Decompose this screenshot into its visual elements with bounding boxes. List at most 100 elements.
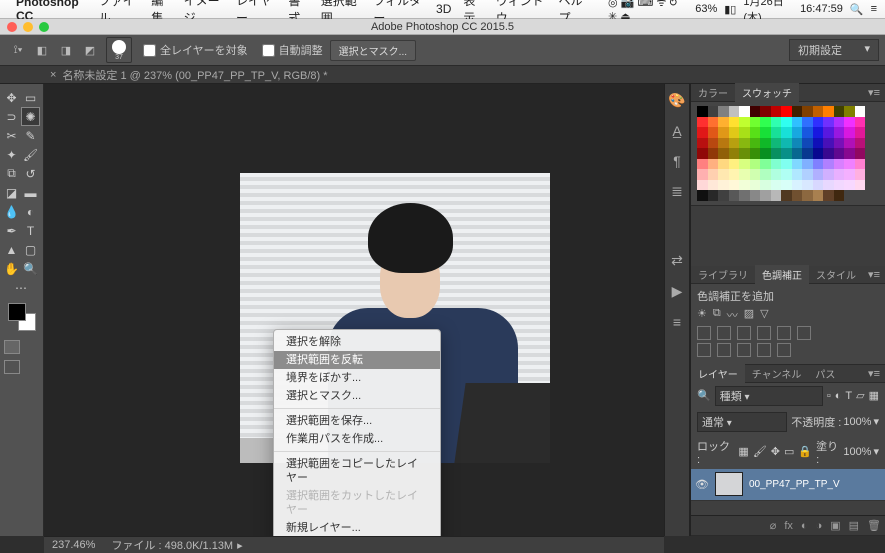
lock-paint-icon[interactable]: 🖌	[753, 445, 767, 458]
dodge-tool[interactable]: ◐	[21, 202, 40, 221]
add-selection-icon[interactable]: ◨	[57, 41, 75, 59]
fx-icon[interactable]: fx	[784, 520, 793, 532]
swatch[interactable]	[844, 159, 855, 170]
history-panel-icon[interactable]: ≣	[671, 183, 683, 200]
swatch[interactable]	[823, 117, 834, 128]
swatch[interactable]	[855, 148, 866, 159]
sample-all-layers-checkbox[interactable]: 全レイヤーを対象	[143, 42, 248, 58]
swatch[interactable]	[718, 127, 729, 138]
paragraph-panel-icon[interactable]: ¶	[673, 153, 681, 169]
exposure-icon[interactable]: ▨	[744, 307, 754, 323]
blend-mode-select[interactable]: 通常 ▾	[697, 412, 787, 432]
swatch[interactable]	[781, 159, 792, 170]
canvas[interactable]: 選択を解除選択範囲を反転境界をぼかす...選択とマスク...選択範囲を保存...…	[44, 84, 664, 536]
swatch[interactable]	[729, 148, 740, 159]
adjustments-tab[interactable]: 色調補正	[755, 265, 809, 284]
swatch[interactable]	[844, 117, 855, 128]
context-menu-item[interactable]: 選択範囲を反転	[274, 351, 440, 369]
swatch[interactable]	[750, 180, 761, 191]
context-menu-item[interactable]: 新規レイヤー...	[274, 519, 440, 536]
standard-mode-icon[interactable]	[4, 340, 20, 354]
swatch[interactable]	[729, 180, 740, 191]
swatch[interactable]	[813, 138, 824, 149]
swatch[interactable]	[855, 117, 866, 128]
swatch[interactable]	[729, 127, 740, 138]
select-and-mask-button[interactable]: 選択とマスク...	[330, 40, 416, 61]
swatch[interactable]	[792, 169, 803, 180]
swatch[interactable]	[823, 159, 834, 170]
layer-name[interactable]: 00_PP47_PP_TP_V	[749, 479, 840, 490]
panel-menu-icon[interactable]: ▾≡	[863, 367, 885, 380]
minimize-window-button[interactable]	[23, 22, 33, 32]
swatch[interactable]	[781, 169, 792, 180]
swatch[interactable]	[697, 169, 708, 180]
layer-row[interactable]: 👁 00_PP47_PP_TP_V	[691, 469, 885, 501]
swatch[interactable]	[781, 138, 792, 149]
adj-icon[interactable]	[777, 343, 791, 357]
swatch[interactable]	[771, 138, 782, 149]
swatch[interactable]	[834, 159, 845, 170]
fg-bg-swatch[interactable]	[8, 303, 36, 331]
panel-menu-icon[interactable]: ▾≡	[863, 268, 885, 281]
swatch[interactable]	[802, 190, 813, 201]
new-adj-icon[interactable]: ◑	[816, 520, 823, 532]
swatch[interactable]	[855, 159, 866, 170]
swatch[interactable]	[708, 190, 719, 201]
swatch[interactable]	[813, 180, 824, 191]
link-layers-icon[interactable]: ⌀	[770, 519, 777, 532]
channels-tab[interactable]: チャンネル	[745, 364, 809, 383]
blur-tool[interactable]: 💧	[2, 202, 21, 221]
swatch[interactable]	[760, 159, 771, 170]
swatch[interactable]	[834, 127, 845, 138]
history-brush-tool[interactable]: ↺	[21, 164, 40, 183]
swatch[interactable]	[750, 159, 761, 170]
document-tab[interactable]: 名称未設定 1 @ 237% (00_PP47_PP_TP_V, RGB/8) …	[62, 67, 327, 83]
swatch[interactable]	[729, 106, 740, 117]
swatch[interactable]	[844, 190, 855, 201]
filter-smart-icon[interactable]: ▦	[869, 389, 879, 402]
gradient-tool[interactable]: ▬	[21, 183, 40, 202]
character-panel-icon[interactable]: A̲	[672, 123, 681, 139]
eraser-tool[interactable]: ◪	[2, 183, 21, 202]
swatch[interactable]	[697, 106, 708, 117]
lasso-tool[interactable]: ⊃	[2, 107, 21, 126]
swatch[interactable]	[771, 106, 782, 117]
swatch[interactable]	[708, 159, 719, 170]
swatch[interactable]	[760, 169, 771, 180]
swatch[interactable]	[813, 148, 824, 159]
swatch[interactable]	[729, 169, 740, 180]
brush-tool[interactable]: 🖌	[21, 145, 40, 164]
swatch[interactable]	[834, 190, 845, 201]
swatch[interactable]	[823, 169, 834, 180]
filter-shape-icon[interactable]: ▱	[856, 389, 864, 402]
swatch[interactable]	[792, 159, 803, 170]
swatch[interactable]	[760, 138, 771, 149]
filter-adj-icon[interactable]: ◐	[835, 390, 842, 402]
new-selection-icon[interactable]: ◧	[33, 41, 51, 59]
adj-icon[interactable]	[697, 326, 711, 340]
swatch[interactable]	[844, 138, 855, 149]
swatch[interactable]	[855, 106, 866, 117]
paths-tab[interactable]: パス	[808, 364, 842, 383]
swatch[interactable]	[855, 138, 866, 149]
spotlight-icon[interactable]: 🔍	[850, 3, 864, 16]
opacity-value[interactable]: 100%	[843, 416, 871, 428]
swatch[interactable]	[834, 180, 845, 191]
vibrance-icon[interactable]: ▽	[760, 307, 768, 323]
swatch[interactable]	[718, 148, 729, 159]
swatch[interactable]	[792, 180, 803, 191]
swatch[interactable]	[844, 148, 855, 159]
swatch[interactable]	[792, 148, 803, 159]
swatch[interactable]	[718, 180, 729, 191]
swatch[interactable]	[855, 180, 866, 191]
swatch[interactable]	[750, 148, 761, 159]
filter-pixel-icon[interactable]: ▫	[827, 390, 831, 402]
spot-heal-tool[interactable]: ✦	[2, 145, 21, 164]
swatch[interactable]	[823, 180, 834, 191]
swatch[interactable]	[750, 106, 761, 117]
adj-icon[interactable]	[717, 326, 731, 340]
close-window-button[interactable]	[7, 22, 17, 32]
swatch[interactable]	[834, 148, 845, 159]
visibility-icon[interactable]: 👁	[695, 478, 709, 491]
context-menu-item[interactable]: 選択とマスク...	[274, 387, 440, 405]
